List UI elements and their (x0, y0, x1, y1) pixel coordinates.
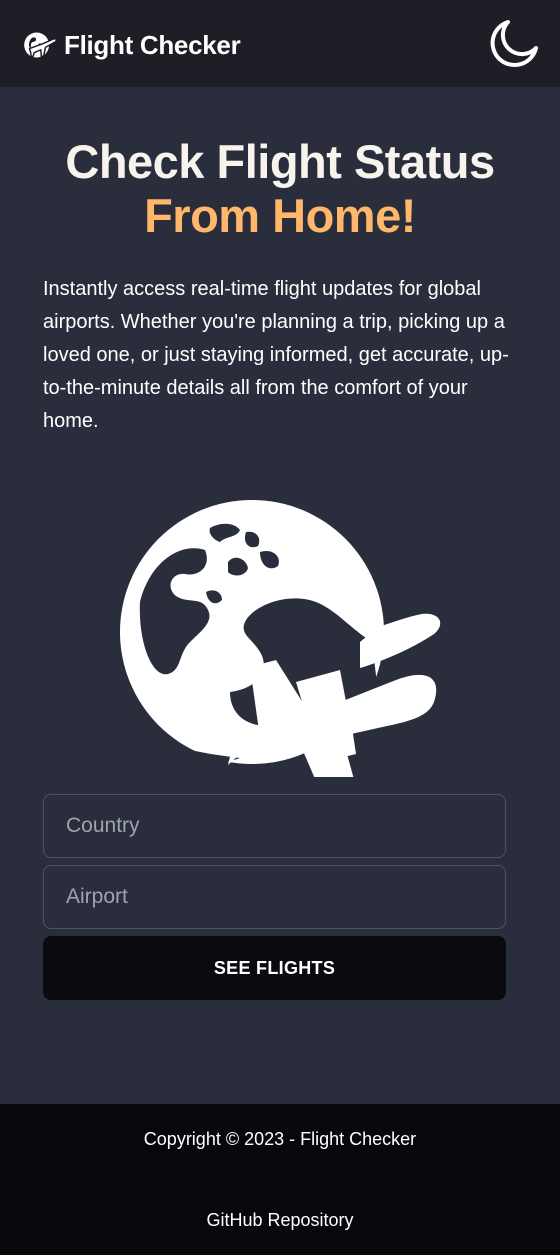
navbar: Flight Checker (0, 0, 560, 87)
globe-plane-icon (24, 32, 58, 58)
footer: Copyright © 2023 - Flight Checker GitHub… (0, 1104, 560, 1255)
copyright-text: Copyright © 2023 - Flight Checker (143, 1129, 417, 1149)
main-content: Check Flight Status From Home! Instantly… (0, 87, 560, 1104)
airport-input[interactable] (43, 865, 506, 929)
country-input[interactable] (43, 794, 506, 858)
brand-link[interactable]: Flight Checker (20, 25, 241, 65)
moon-icon (490, 20, 538, 67)
see-flights-button[interactable]: SEE FLIGHTS (43, 936, 506, 1000)
github-repository-link[interactable]: GitHub Repository (0, 1210, 560, 1231)
hero-title-line2: From Home! (144, 189, 416, 242)
app-name: Flight Checker (64, 29, 241, 60)
hero-description: Instantly access real-time flight update… (43, 278, 509, 432)
hero-illustration (110, 492, 450, 777)
hero-title: Check Flight Status From Home! (0, 135, 560, 243)
globe-plane-icon (110, 500, 441, 777)
theme-toggle-button[interactable] (484, 18, 540, 70)
hero-title-line1: Check Flight Status (65, 135, 495, 188)
